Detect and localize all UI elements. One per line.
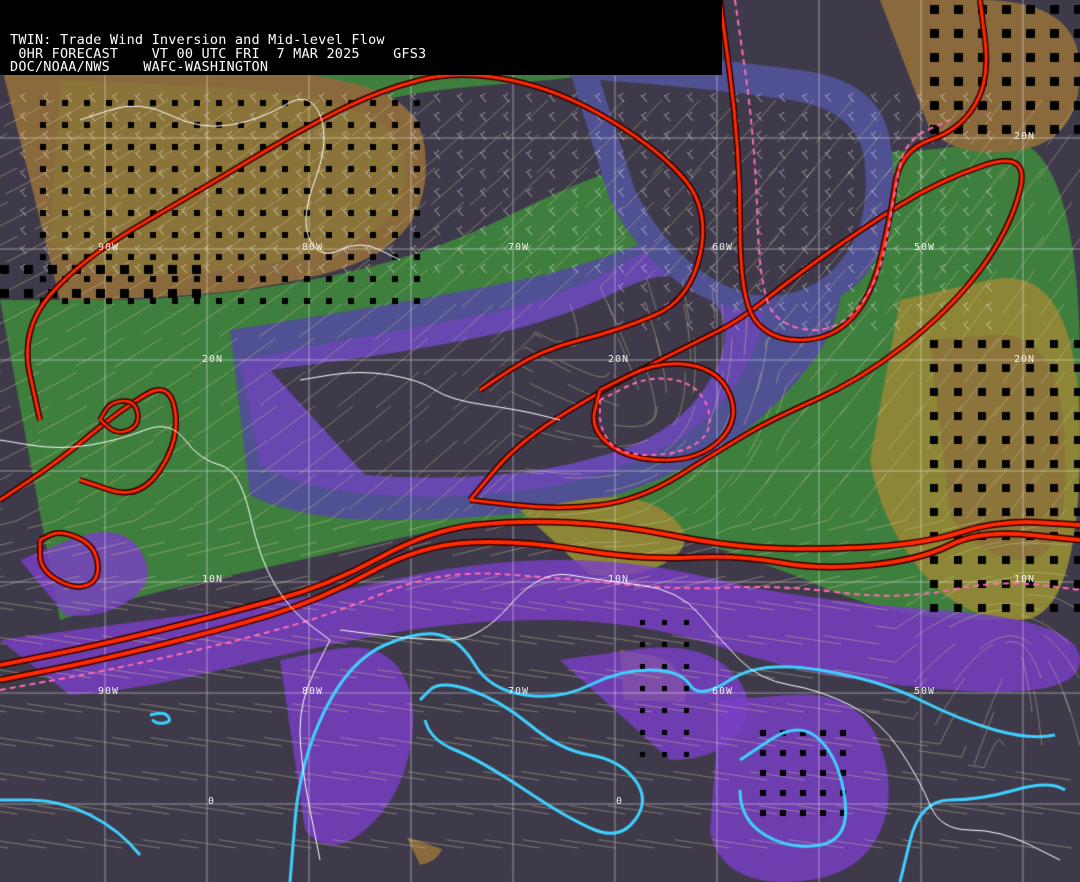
lon-label-60w-bot: 60W	[712, 686, 734, 697]
chart-header: TWIN: Trade Wind Inversion and Mid-level…	[0, 0, 722, 75]
lat-label-20n-c: 20N	[1014, 354, 1036, 365]
lat-label-20n-d: 20N	[1014, 131, 1036, 142]
lon-label-50w-top: 50W	[914, 242, 936, 253]
lat-label-0-b: 0	[616, 796, 624, 807]
lon-label-90w-top: 90W	[98, 242, 120, 253]
lon-label-80w-top: 80W	[302, 242, 324, 253]
lat-label-20n-b: 20N	[608, 354, 630, 365]
lat-label-20n-a: 20N	[202, 354, 224, 365]
lat-label-10n-b: 10N	[608, 574, 630, 585]
lon-label-90w-bot: 90W	[98, 686, 120, 697]
lat-label-10n-a: 10N	[202, 574, 224, 585]
lat-label-10n-c: 10N	[1014, 574, 1036, 585]
weather-map	[0, 0, 1080, 882]
lon-label-80w-bot: 80W	[302, 686, 324, 697]
lon-label-70w-bot: 70W	[508, 686, 530, 697]
lon-label-60w-top: 60W	[712, 242, 734, 253]
lon-label-70w-top: 70W	[508, 242, 530, 253]
issuing-agency: DOC/NOAA/NWS WAFC-WASHINGTON	[10, 59, 269, 75]
lon-label-50w-bot: 50W	[914, 686, 936, 697]
lat-label-0-a: 0	[208, 796, 216, 807]
